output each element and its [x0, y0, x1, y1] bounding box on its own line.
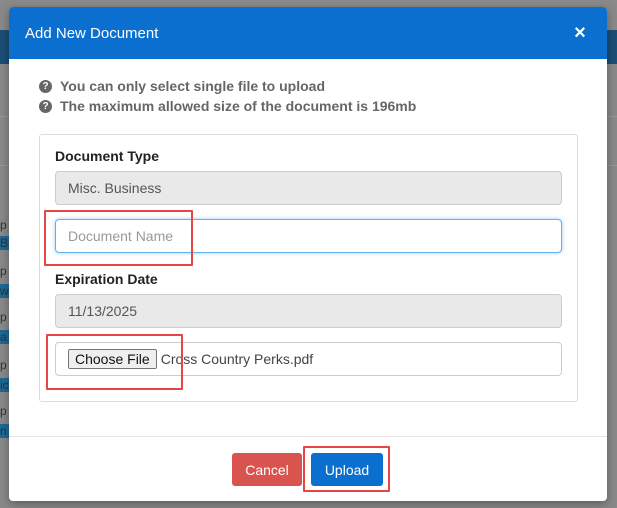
file-input: Choose File Cross Country Perks.pdf [55, 342, 562, 376]
add-document-modal: Add New Document × ? You can only select… [9, 7, 607, 501]
note-text: The maximum allowed size of the document… [60, 98, 417, 114]
upload-notes: ? You can only select single file to upl… [9, 59, 607, 116]
note-max-size: ? The maximum allowed size of the docume… [39, 96, 607, 116]
note-single-file: ? You can only select single file to upl… [39, 76, 607, 96]
modal-title: Add New Document [25, 24, 159, 42]
close-icon[interactable]: × [571, 23, 589, 43]
choose-file-button[interactable]: Choose File [68, 349, 157, 369]
footer-divider [9, 436, 607, 437]
selected-file-name: Cross Country Perks.pdf [160, 351, 314, 367]
question-circle-icon: ? [39, 99, 52, 113]
note-text: You can only select single file to uploa… [60, 78, 326, 94]
expiration-date-field: 11/13/2025 [55, 294, 562, 328]
document-type-label: Document Type [55, 148, 159, 164]
upload-button[interactable]: Upload [311, 453, 383, 486]
cancel-button[interactable]: Cancel [232, 453, 302, 486]
document-form: Document Type Misc. Business Expiration … [39, 134, 578, 402]
expiration-date-label: Expiration Date [55, 271, 158, 287]
document-type-field: Misc. Business [55, 171, 562, 205]
document-name-input[interactable] [55, 219, 562, 253]
question-circle-icon: ? [39, 79, 52, 93]
modal-header: Add New Document × [9, 7, 607, 59]
